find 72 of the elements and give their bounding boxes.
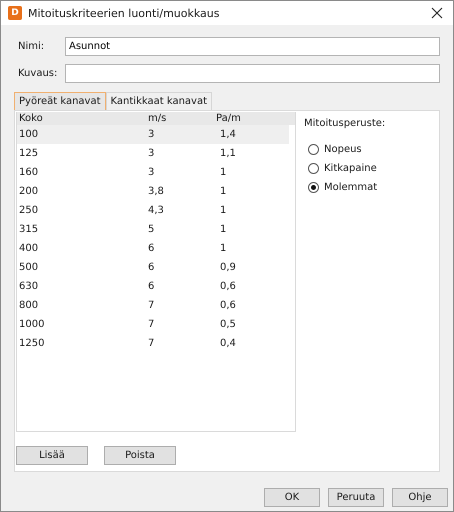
table-cell-text: 1: [219, 167, 226, 178]
table-cell-text: 400: [18, 243, 40, 254]
table-cell-text: 3: [147, 167, 156, 178]
tab[interactable]: Pyöreät kanavat: [14, 92, 106, 110]
field-label: Kuvaus:: [17, 68, 58, 79]
table-cell-text: 125: [18, 148, 40, 159]
table-cell-text: 800: [18, 300, 40, 311]
table-cell-text: 250: [18, 205, 40, 216]
table-cell-text: 3,8: [147, 186, 165, 197]
table-cell-text: 0,4: [219, 338, 236, 349]
column-header[interactable]: Pa/m: [214, 113, 241, 124]
table-row[interactable]: 400 6 1: [17, 239, 289, 258]
table-cell-text: 6: [147, 281, 156, 292]
dialog-button[interactable]: Ohje: [392, 488, 448, 507]
text-field[interactable]: Asunnot: [65, 37, 440, 56]
table-row[interactable]: 800 7 0,6: [17, 296, 289, 315]
table-cell-text: 0,6: [219, 300, 236, 311]
table-cell-text: 5: [147, 224, 156, 235]
column-header[interactable]: Koko: [17, 113, 134, 124]
table-row[interactable]: 1250 7 0,4: [17, 334, 289, 353]
table-row[interactable]: 500 6 0,9: [17, 258, 289, 277]
dialog-button[interactable]: OK: [264, 488, 320, 507]
table-cell-text: 1: [219, 205, 226, 216]
table-row[interactable]: 200 3,8 1: [17, 182, 289, 201]
table-cell-text: 100: [18, 129, 40, 140]
table-cell-text: 0,6: [219, 281, 236, 292]
table-cell-text: 1000: [18, 319, 46, 330]
table-cell-text: 6: [147, 243, 156, 254]
table-cell-text: 0,5: [219, 319, 236, 330]
table-row[interactable]: 100 3 1,4: [17, 125, 289, 144]
table-cell-text: 7: [147, 338, 156, 349]
table-cell-text: 500: [18, 262, 40, 273]
table-cell-text: 7: [147, 300, 156, 311]
app-icon: D: [8, 6, 22, 20]
radio-label[interactable]: Molemmat: [324, 182, 378, 193]
dialog-button[interactable]: Peruuta: [328, 488, 384, 507]
table-cell-text: 6: [147, 262, 156, 273]
radio-button[interactable]: [308, 182, 319, 193]
radio-button[interactable]: [308, 163, 319, 174]
table-cell-text: 0,9: [219, 262, 236, 273]
table-cell-text: 1,1: [219, 148, 236, 159]
table-cell-text: 3: [147, 129, 156, 140]
radio-button[interactable]: [308, 144, 319, 155]
radio-label[interactable]: Nopeus: [324, 144, 362, 155]
table-cell-text: 1: [219, 186, 226, 197]
radio-label[interactable]: Kitkapaine: [324, 163, 377, 174]
text-field[interactable]: [65, 64, 440, 83]
table-cell-text: 160: [18, 167, 40, 178]
table-cell-text: 7: [147, 319, 156, 330]
group-label: Mitoitusperuste:: [304, 118, 386, 129]
table-cell-text: 1: [219, 243, 226, 254]
table-cell-text: 1,4: [219, 129, 236, 140]
table-cell-text: 315: [18, 224, 40, 235]
field-label: Nimi:: [17, 41, 46, 52]
table-button[interactable]: Lisää: [16, 446, 88, 465]
table-cell-text: 4,3: [147, 205, 165, 216]
table-cell-text: 3: [147, 148, 156, 159]
table-cell-text: 1: [219, 224, 226, 235]
table-cell-text: 630: [18, 281, 40, 292]
table-row[interactable]: 160 3 1: [17, 163, 289, 182]
table-button[interactable]: Poista: [104, 446, 176, 465]
table-row[interactable]: 315 5 1: [17, 220, 289, 239]
table-row[interactable]: 630 6 0,6: [17, 277, 289, 296]
table-row[interactable]: 1000 7 0,5: [17, 315, 289, 334]
table-cell-text: 200: [18, 186, 40, 197]
table-cell-text: 1250: [18, 338, 46, 349]
column-header[interactable]: m/s: [134, 113, 214, 124]
window-title: Mitoituskriteerien luonti/muokkaus: [28, 6, 220, 20]
close-icon[interactable]: [431, 7, 443, 19]
table-row[interactable]: 250 4,3 1: [17, 201, 289, 220]
tab[interactable]: Kantikkaat kanavat: [106, 92, 212, 110]
table-row[interactable]: 125 3 1,1: [17, 144, 289, 163]
